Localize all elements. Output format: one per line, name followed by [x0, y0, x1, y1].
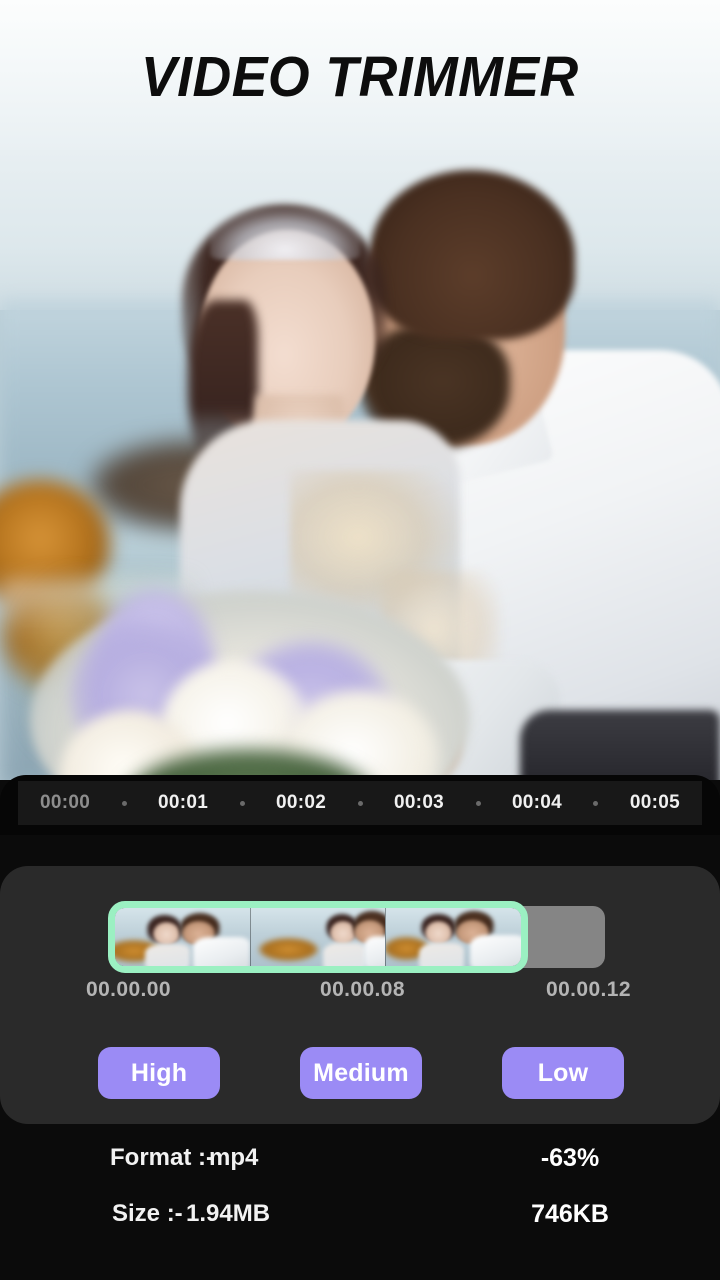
preview-groom-trousers: [520, 710, 720, 780]
timeline-tick: 00:00: [40, 792, 91, 813]
timeline-tick: 00:01: [157, 792, 209, 813]
editor-panel: 00.00.00 00.00.08 00.00.12 High Medium L…: [0, 866, 720, 1124]
trim-track[interactable]: [108, 901, 605, 973]
frame-bride-dress: [144, 943, 191, 966]
timeline-ruler[interactable]: 00:00 00:01 00:02 00:03 00:04 00:05: [18, 781, 702, 825]
size-value: 1.94MB: [186, 1200, 271, 1227]
trim-start-time: 00.00.00: [86, 978, 171, 1001]
format-value: mp4: [209, 1144, 259, 1171]
timeline-tick: 00:03: [393, 792, 445, 813]
trim-end-time: 00.00.12: [546, 978, 631, 1001]
preview-bride-tiara: [210, 208, 360, 260]
size-row: Size :- 1.94MB 746KB: [0, 1200, 720, 1240]
format-row: Format :- mp4 -63%: [0, 1144, 720, 1184]
timeline-dot-separator-icon: [90, 800, 158, 806]
timeline-ruler-panel: 00:00 00:01 00:02 00:03 00:04 00:05: [0, 775, 720, 835]
size-label: Size :-: [112, 1200, 183, 1227]
trim-time-labels: 00.00.00 00.00.08 00.00.12: [0, 978, 720, 1006]
frame-bride-face: [152, 921, 180, 946]
frame-groom-shirt: [193, 937, 250, 966]
frame-bride-face: [330, 920, 356, 944]
timeline-dot-separator-icon: [326, 800, 394, 806]
trim-row: [0, 901, 720, 973]
thumbnail-strip: [115, 908, 521, 966]
timeline-tick: 00:04: [511, 792, 563, 813]
quality-low-button[interactable]: Low: [502, 1047, 624, 1099]
compression-percent: -63%: [540, 1144, 600, 1172]
frame-bride-dress: [418, 942, 465, 966]
app-header: VIDEO TRIMMER: [0, 0, 720, 150]
trim-playhead-time: 00.00.08: [320, 978, 405, 1001]
quality-high-button[interactable]: High: [98, 1047, 220, 1099]
thumbnail-frame: [386, 908, 521, 966]
format-label: Format :-: [110, 1144, 214, 1171]
thumbnail-frame: [250, 908, 387, 966]
timeline-dot-separator-icon: [208, 800, 276, 806]
video-preview[interactable]: [0, 150, 720, 780]
output-size-value: 746KB: [531, 1200, 609, 1228]
quality-options: High Medium Low: [0, 1047, 720, 1099]
frame-bride-dress: [323, 942, 367, 966]
page-title: VIDEO TRIMMER: [141, 44, 579, 109]
file-info-section: Format :- mp4 -63% Size :- 1.94MB 746KB: [0, 1124, 720, 1280]
timeline-tick: 00:05: [629, 792, 681, 813]
frame-bride-face: [425, 920, 453, 944]
timeline-dot-separator-icon: [444, 800, 512, 806]
timeline-tick: 00:02: [275, 792, 327, 813]
video-trimmer-screen: VIDEO TRIMMER 00:00 00:01 00:02 00:03 00…: [0, 0, 720, 1280]
frame-groom-shirt: [469, 934, 521, 966]
timeline-dot-separator-icon: [562, 800, 630, 806]
frame-groom-shirt: [363, 935, 386, 966]
preview-groom-hair: [370, 170, 575, 340]
quality-medium-button[interactable]: Medium: [300, 1047, 422, 1099]
trim-selection[interactable]: [108, 901, 528, 973]
thumbnail-frame: [115, 908, 251, 966]
